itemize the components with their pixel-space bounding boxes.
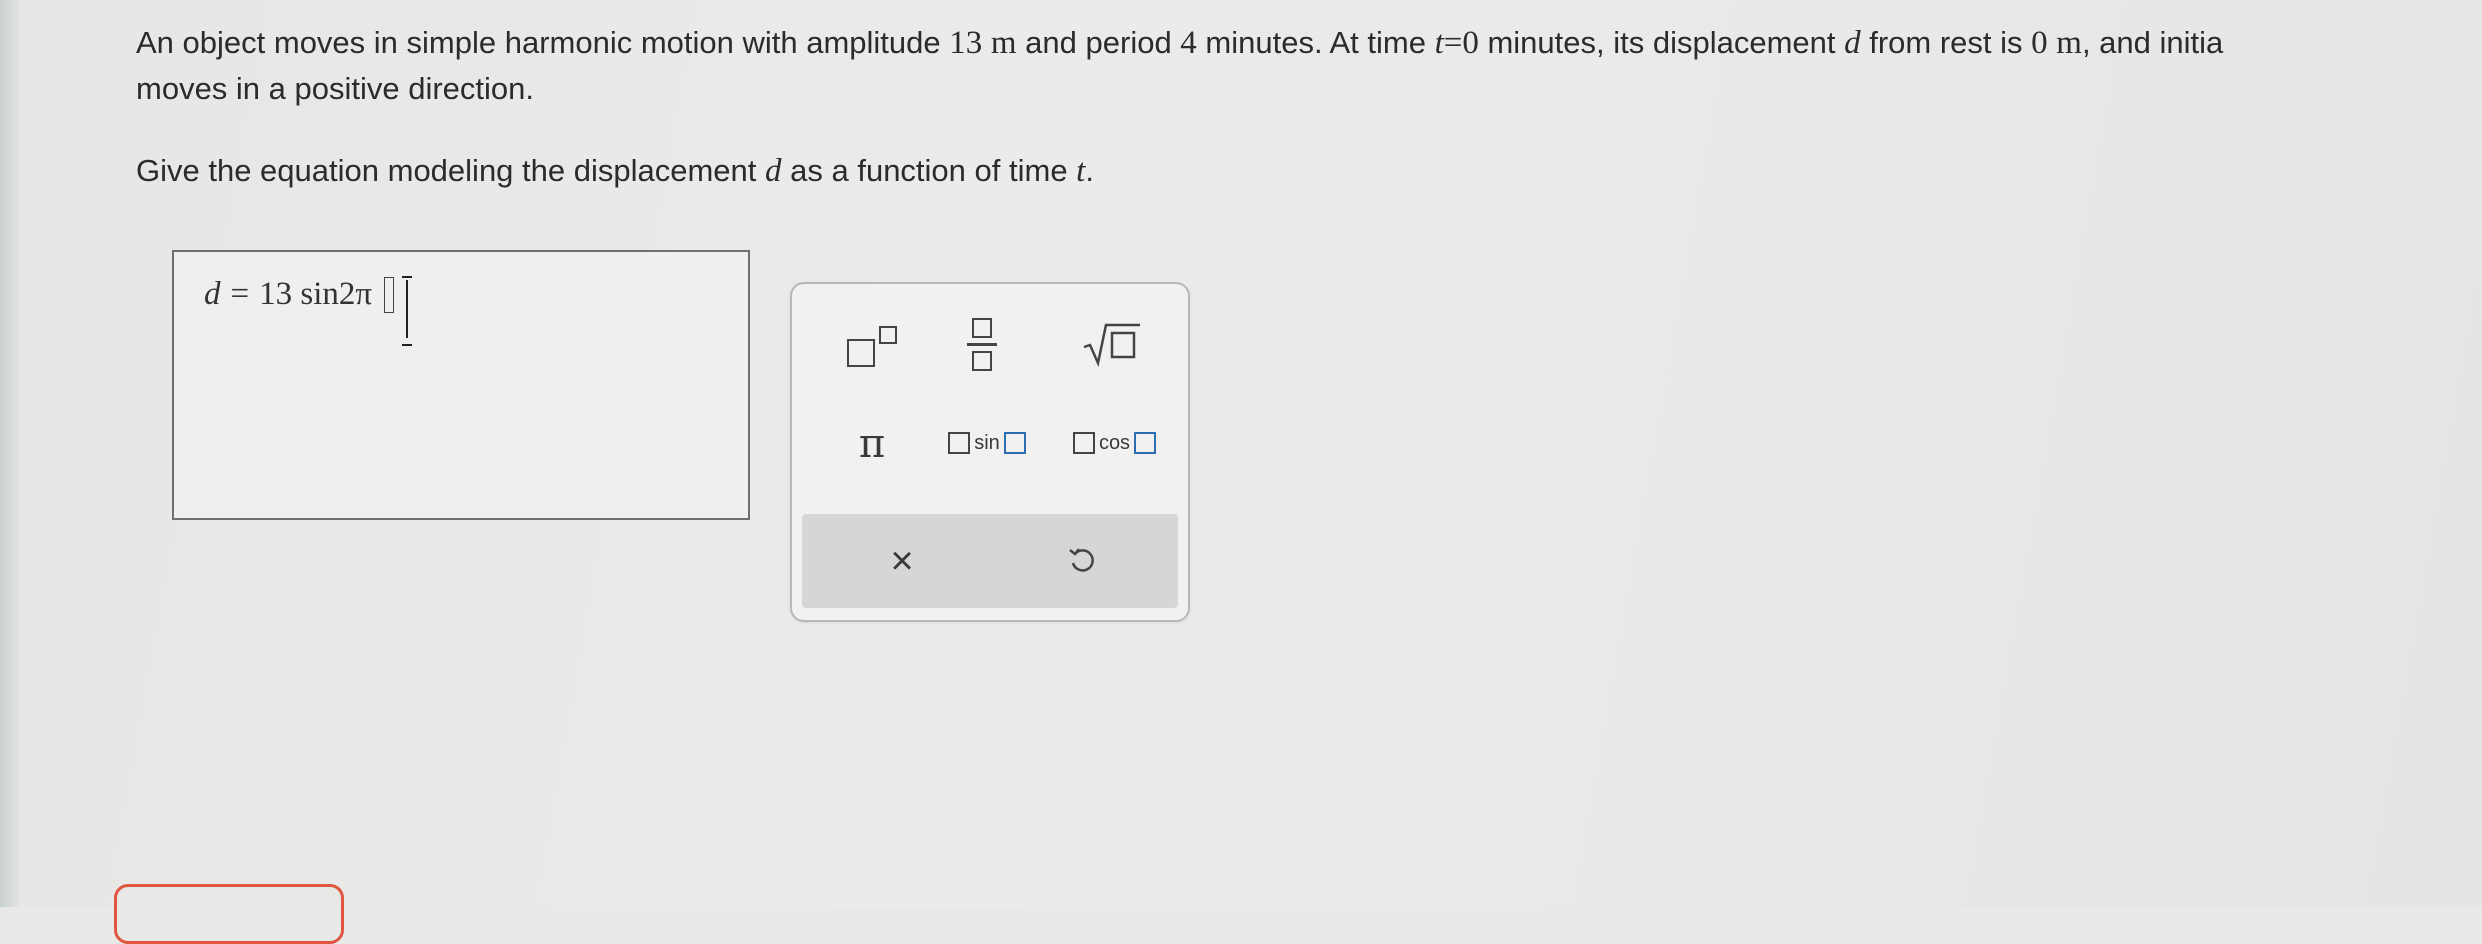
cos-button[interactable]: cos	[1057, 418, 1172, 468]
page: An object moves in simple harmonic motio…	[0, 0, 2482, 944]
pi-label: π	[858, 421, 886, 467]
rest-value: 0	[2031, 25, 2048, 61]
undo-button[interactable]	[1042, 514, 1122, 608]
answer-equals: =	[230, 276, 250, 312]
problem-text-line2: moves in a positive direction.	[136, 71, 535, 106]
close-icon: ×	[890, 538, 914, 583]
fraction-bar-icon	[967, 342, 997, 346]
sin-button[interactable]: sin	[932, 418, 1042, 468]
input-cursor	[384, 276, 395, 313]
prompt-text: Give the equation modeling the displacem…	[136, 153, 766, 188]
sin-coefficient-icon	[948, 432, 971, 454]
window-edge	[0, 0, 20, 907]
palette-action-bar: ×	[802, 514, 1178, 608]
prompt-var-d: d	[765, 153, 782, 189]
time-variable: t	[1434, 25, 1444, 61]
answer-input[interactable]: d = 13 sin2π	[172, 250, 750, 520]
problem-text: , and initia	[2081, 25, 2224, 60]
prompt-text: as a function of time	[781, 153, 1077, 188]
fraction-button[interactable]	[942, 306, 1022, 382]
square-root-button[interactable]	[1067, 314, 1157, 374]
problem-text: from rest is	[1860, 25, 2032, 60]
exponent-base-icon	[847, 339, 875, 367]
answer-lhs: d	[204, 276, 221, 312]
text-cursor-icon	[402, 276, 412, 346]
amplitude-unit: m	[990, 25, 1017, 61]
denominator-icon	[972, 350, 992, 371]
amplitude-value: 13	[949, 25, 983, 61]
math-palette: π sin cos ×	[790, 282, 1190, 622]
displacement-variable: d	[1844, 25, 1861, 61]
problem-statement: An object moves in simple harmonic motio…	[136, 20, 2482, 112]
undo-icon	[1069, 548, 1094, 572]
numerator-icon	[972, 317, 992, 338]
sin-label: sin	[974, 431, 1000, 454]
sin-argument-icon	[1003, 432, 1026, 454]
problem-text: minutes. At time	[1196, 25, 1435, 60]
problem-text: minutes, its displacement	[1478, 25, 1845, 60]
problem-text: An object moves in simple harmonic motio…	[136, 25, 950, 60]
exponent-button[interactable]	[832, 314, 912, 374]
cos-label: cos	[1098, 431, 1131, 454]
prompt-var-t: t	[1076, 153, 1086, 189]
cos-coefficient-icon	[1072, 432, 1095, 454]
exponent-power-icon	[879, 326, 897, 344]
clear-button[interactable]: ×	[862, 514, 942, 608]
answer-rhs: 13 sin2π	[259, 276, 373, 312]
cos-argument-icon	[1134, 432, 1157, 454]
time-equals-zero: =0	[1443, 25, 1479, 61]
answer-expression: d = 13 sin2π	[204, 276, 395, 313]
pi-button[interactable]: π	[832, 414, 912, 474]
period-value: 4	[1180, 25, 1197, 61]
problem-text: and period	[1016, 25, 1181, 60]
check-answer-button[interactable]	[114, 884, 344, 944]
square-root-icon	[1083, 323, 1140, 367]
question-prompt: Give the equation modeling the displacem…	[136, 148, 1094, 194]
rest-unit: m	[2056, 25, 2082, 61]
prompt-text: .	[1085, 153, 1094, 188]
